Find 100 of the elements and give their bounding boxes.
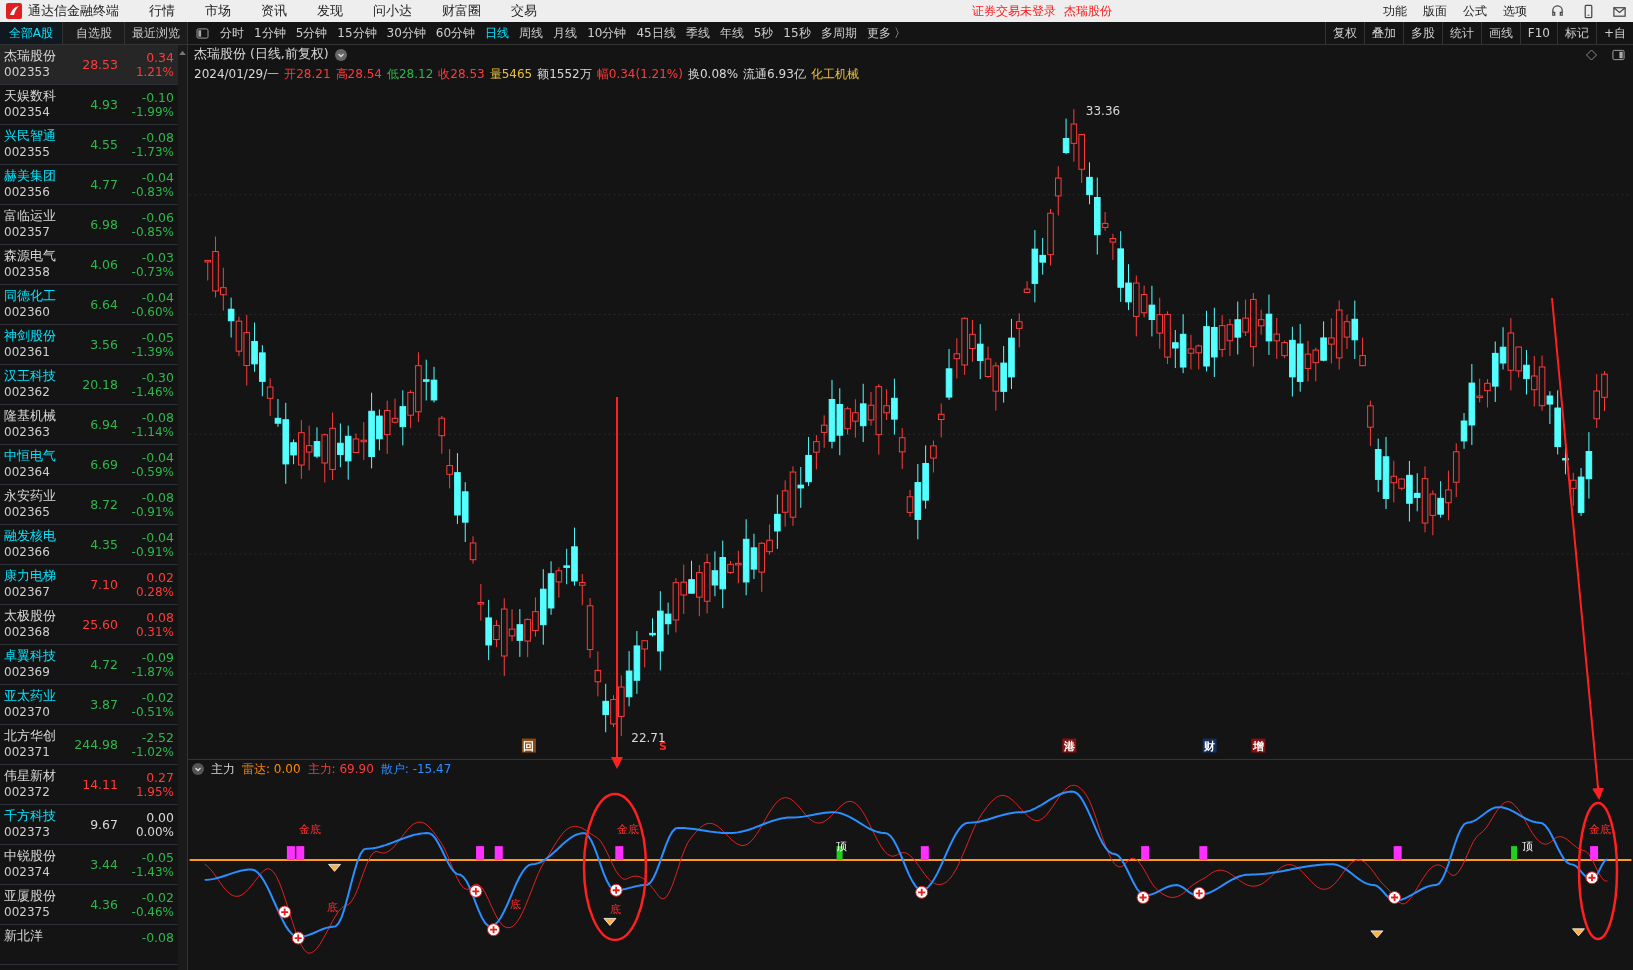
period-tab[interactable]: 5分钟 bbox=[290, 24, 333, 42]
stock-code: 002367 bbox=[4, 585, 51, 601]
tool-button[interactable]: 多股 bbox=[1402, 22, 1442, 44]
list-tab[interactable]: 自选股 bbox=[62, 22, 126, 44]
tool-button[interactable]: 复权 bbox=[1324, 22, 1364, 44]
collapse-icon[interactable] bbox=[192, 763, 204, 776]
event-marker[interactable]: 增 bbox=[1251, 738, 1266, 753]
scroll-up-icon[interactable] bbox=[179, 50, 186, 55]
current-stock: 杰瑞股份 bbox=[1064, 2, 1112, 20]
period-tab[interactable]: 周线 bbox=[514, 24, 549, 42]
period-tab[interactable]: 多周期 bbox=[815, 24, 862, 42]
period-tab[interactable]: 30分钟 bbox=[381, 24, 431, 42]
quote-field: 低28.12 bbox=[386, 66, 434, 84]
stock-change: -0.08 bbox=[140, 490, 174, 505]
stock-price: 244.98 bbox=[74, 737, 118, 752]
stock-name: 兴民智通 bbox=[4, 128, 57, 145]
tool-button[interactable]: 标记 bbox=[1556, 22, 1596, 44]
menu-item[interactable]: 财富圈 bbox=[428, 2, 495, 20]
list-tab[interactable]: 全部A股 bbox=[0, 22, 63, 44]
period-tab[interactable]: 60分钟 bbox=[430, 24, 481, 42]
period-tab[interactable]: 10分钟 bbox=[582, 24, 632, 42]
stock-percent: 0.00% bbox=[134, 825, 174, 841]
stock-percent: -1.14% bbox=[130, 425, 174, 441]
list-tab[interactable]: 最近浏览 bbox=[125, 22, 188, 44]
stock-name: 亚厦股份 bbox=[4, 888, 57, 905]
stock-code: 002356 bbox=[4, 185, 51, 201]
stock-code: 002355 bbox=[4, 145, 51, 161]
stock-percent: -1.87% bbox=[130, 665, 174, 681]
stock-price: 3.56 bbox=[90, 337, 118, 352]
period-tab[interactable]: 分时 bbox=[215, 24, 249, 42]
period-tab[interactable]: 45日线 bbox=[631, 24, 681, 42]
quote-field: 高28.54 bbox=[335, 66, 382, 84]
stock-percent: -1.02% bbox=[130, 745, 174, 761]
tool-button[interactable]: 叠加 bbox=[1363, 22, 1403, 44]
stock-code: 002371 bbox=[4, 745, 51, 761]
tool-button[interactable]: 画线 bbox=[1480, 22, 1520, 44]
event-marker[interactable]: 回 bbox=[521, 738, 536, 753]
indicator-value: 散户: -15.47 bbox=[380, 760, 452, 778]
tool-button[interactable]: 统计 bbox=[1441, 22, 1481, 44]
stock-percent: -1.73% bbox=[130, 145, 174, 161]
stock-change: -0.09 bbox=[140, 650, 174, 665]
menu-item[interactable]: 公式 bbox=[1456, 2, 1494, 20]
stock-name: 北方华创 bbox=[4, 728, 57, 745]
stock-name: 赫美集团 bbox=[4, 168, 57, 185]
stock-code: 002375 bbox=[4, 905, 51, 921]
login-notice: 证券交易未登录 bbox=[972, 2, 1056, 20]
headset-icon[interactable] bbox=[1550, 3, 1565, 19]
menu-item[interactable]: 版面 bbox=[1416, 2, 1454, 20]
stock-name: 新北洋 bbox=[4, 928, 44, 945]
stock-change: -0.05 bbox=[140, 330, 174, 345]
stock-code: 002361 bbox=[4, 345, 51, 361]
chevron-down-icon[interactable] bbox=[334, 48, 347, 61]
period-tab[interactable]: 5秒 bbox=[748, 24, 779, 42]
period-tab[interactable]: 日线 bbox=[480, 24, 515, 42]
stock-change: 0.00 bbox=[145, 810, 174, 825]
stock-change: -0.04 bbox=[140, 170, 174, 185]
period-tab[interactable]: 15分钟 bbox=[332, 24, 382, 42]
stock-change: -0.06 bbox=[140, 210, 174, 225]
stock-price: 8.72 bbox=[90, 497, 118, 512]
panel-toggle-icon[interactable] bbox=[196, 27, 209, 39]
signal-label: 顶 bbox=[836, 839, 848, 853]
stock-name: 中锐股份 bbox=[4, 848, 57, 865]
stock-percent: -0.91% bbox=[130, 545, 174, 561]
menu-item[interactable]: 行情 bbox=[135, 2, 189, 20]
stock-percent: -0.60% bbox=[130, 305, 174, 321]
stock-name: 伟星新材 bbox=[4, 768, 57, 785]
menu-item[interactable]: 功能 bbox=[1376, 2, 1414, 20]
period-tab[interactable]: 更多 〉 bbox=[861, 24, 912, 42]
stock-code: 002363 bbox=[4, 425, 51, 441]
event-marker[interactable]: 财 bbox=[1202, 738, 1217, 753]
stock-code: 002369 bbox=[4, 665, 51, 681]
stock-price: 6.94 bbox=[90, 417, 118, 432]
stock-change: 0.27 bbox=[145, 770, 174, 785]
period-tab[interactable]: 15秒 bbox=[778, 24, 816, 42]
stock-row[interactable]: 杰瑞股份 002353 28.53 0.34 1.21% bbox=[0, 45, 178, 85]
period-tab[interactable]: 年线 bbox=[714, 24, 749, 42]
stock-code: 002364 bbox=[4, 465, 51, 481]
event-marker[interactable]: 港 bbox=[1062, 738, 1077, 753]
menu-item[interactable]: 发现 bbox=[303, 2, 357, 20]
tool-button[interactable]: F10 bbox=[1519, 22, 1557, 44]
period-tab[interactable]: 月线 bbox=[548, 24, 583, 42]
stock-percent: -0.91% bbox=[130, 505, 174, 521]
panel-icon[interactable] bbox=[1612, 48, 1625, 61]
period-tab[interactable]: 季线 bbox=[680, 24, 715, 42]
stock-price: 9.67 bbox=[90, 817, 118, 832]
menu-item[interactable]: 资讯 bbox=[247, 2, 301, 20]
stock-change: 0.08 bbox=[145, 610, 174, 625]
chart-title: 杰瑞股份 (日线,前复权) bbox=[194, 46, 329, 64]
stock-price: 28.53 bbox=[82, 57, 118, 72]
menu-item[interactable]: 问小达 bbox=[359, 2, 426, 20]
menu-item[interactable]: 选项 bbox=[1496, 2, 1534, 20]
menu-item[interactable]: 市场 bbox=[191, 2, 245, 20]
stock-price: 6.98 bbox=[90, 217, 118, 232]
signal-label: 金底 bbox=[1589, 823, 1612, 837]
menu-item[interactable]: 交易 bbox=[497, 2, 551, 20]
stock-percent: -1.39% bbox=[130, 345, 174, 361]
period-tab[interactable]: 1分钟 bbox=[249, 24, 291, 42]
quote-field: 额1552万 bbox=[537, 66, 592, 84]
stock-code: 002358 bbox=[4, 265, 51, 281]
tool-button[interactable]: +自 bbox=[1595, 22, 1633, 44]
